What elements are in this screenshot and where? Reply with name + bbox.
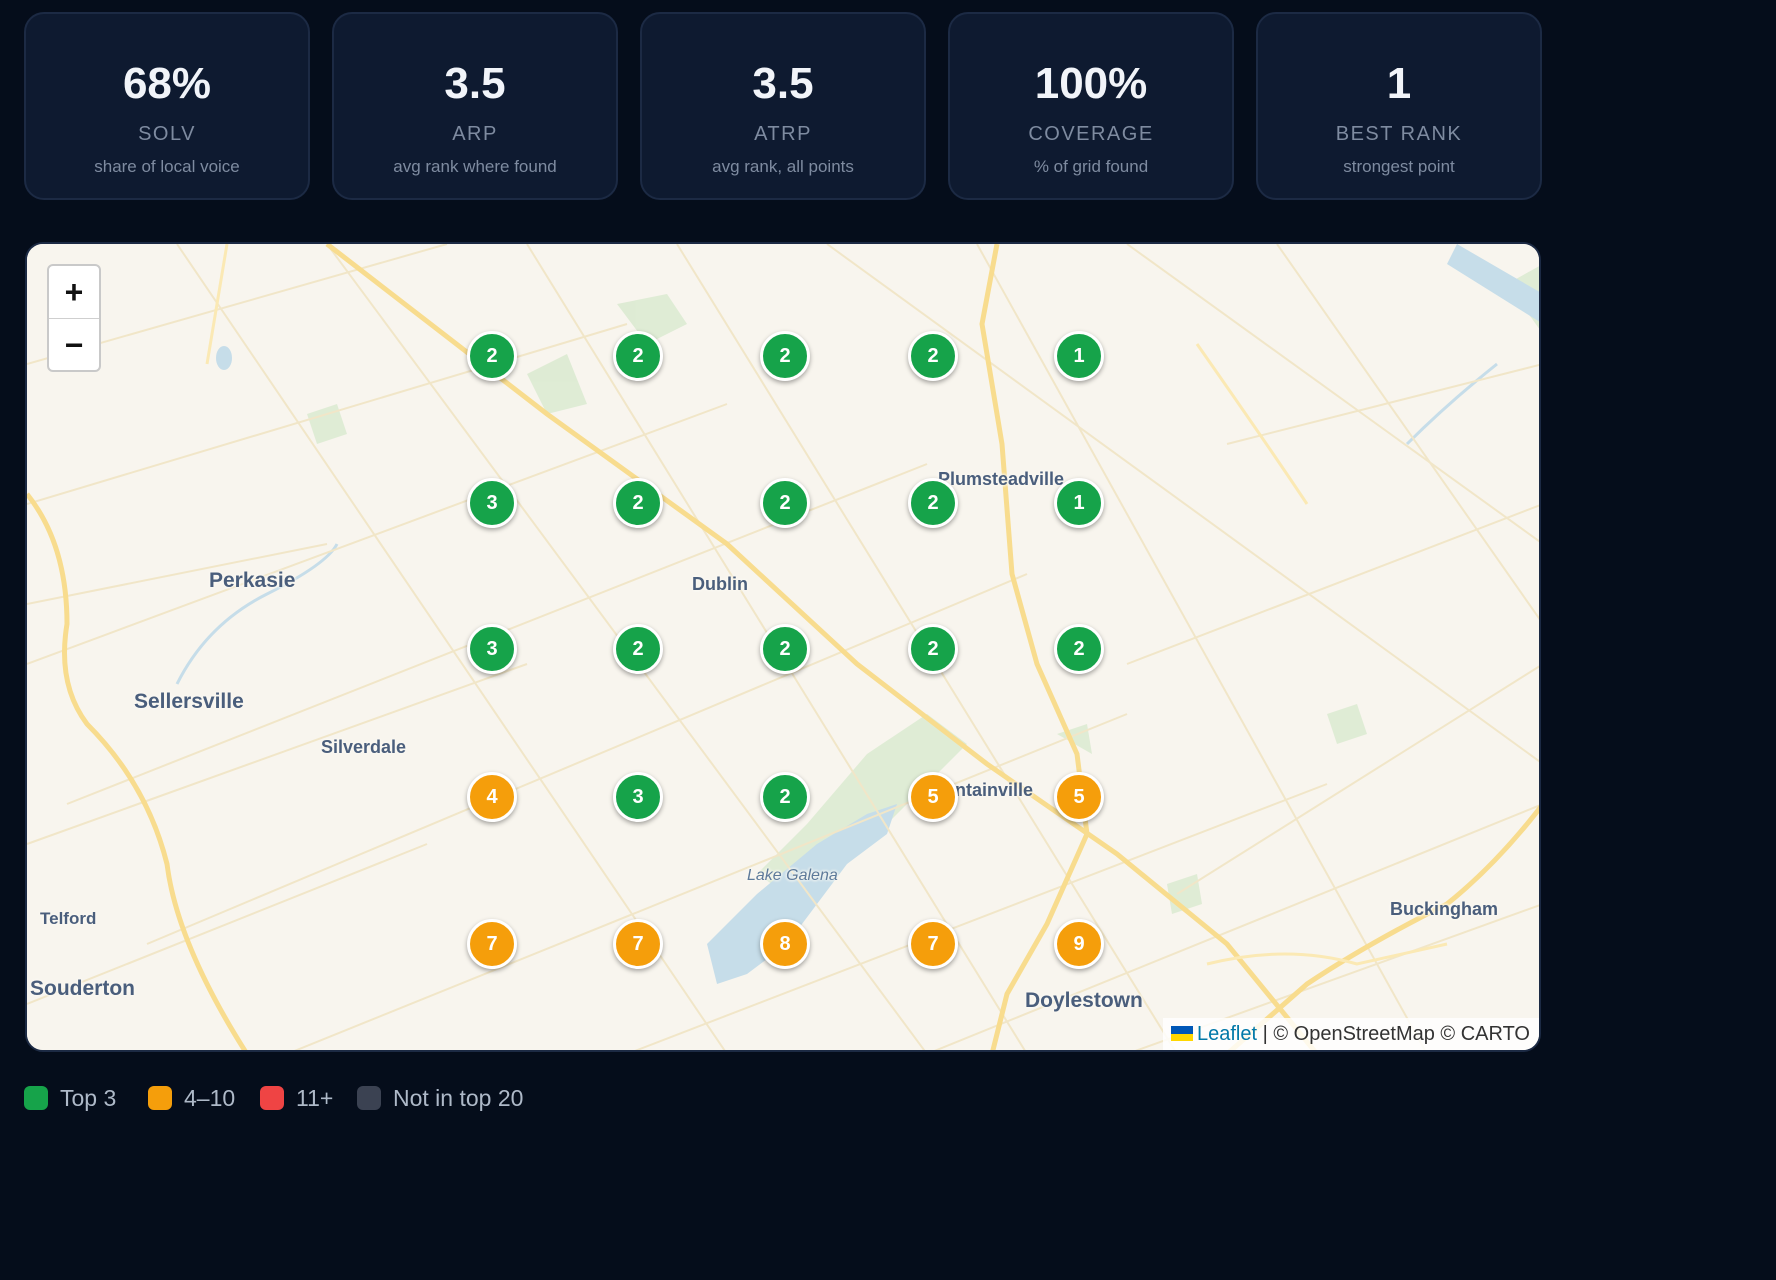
rank-marker[interactable]: 2 — [908, 478, 958, 528]
place-label: Dublin — [692, 574, 748, 594]
place-label: Lake Galena — [747, 867, 838, 884]
stat-label: ATRP — [754, 123, 812, 145]
rank-marker[interactable]: 5 — [908, 772, 958, 822]
rank-marker[interactable]: 3 — [613, 772, 663, 822]
rank-marker[interactable]: 9 — [1054, 919, 1104, 969]
rank-marker[interactable]: 8 — [760, 919, 810, 969]
stat-sub: strongest point — [1343, 157, 1455, 176]
attribution-text: | © OpenStreetMap © CARTO — [1262, 1023, 1530, 1045]
legend-swatch — [260, 1086, 284, 1110]
stat-value: 3.5 — [752, 59, 814, 108]
rank-marker[interactable]: 1 — [1054, 331, 1104, 381]
stat-card-solv: 68% SOLV share of local voice — [24, 12, 310, 200]
rank-marker[interactable]: 2 — [760, 478, 810, 528]
place-label: Doylestown — [1025, 989, 1143, 1012]
legend-label: Top 3 — [60, 1085, 117, 1111]
rank-marker[interactable]: 2 — [467, 331, 517, 381]
place-label: Telford — [40, 909, 97, 928]
rank-marker[interactable]: 7 — [467, 919, 517, 969]
stat-card-arp: 3.5 ARP avg rank where found — [332, 12, 618, 200]
rank-marker[interactable]: 7 — [613, 919, 663, 969]
stat-sub: avg rank where found — [393, 157, 557, 176]
legend-label: 4–10 — [184, 1085, 236, 1111]
rank-marker[interactable]: 2 — [613, 478, 663, 528]
rank-grid-map[interactable]: Perkasie Sellersville Silverdale Dublin … — [25, 242, 1541, 1052]
stat-value: 3.5 — [444, 59, 506, 108]
rank-marker[interactable]: 2 — [613, 624, 663, 674]
stat-value: 1 — [1386, 59, 1412, 108]
legend-label: 11+ — [296, 1085, 334, 1111]
stat-label: ARP — [452, 123, 498, 145]
stat-card-atrp: 3.5 ATRP avg rank, all points — [640, 12, 926, 200]
zoom-in-button[interactable]: + — [49, 266, 99, 319]
rank-marker[interactable]: 3 — [467, 478, 517, 528]
rank-marker[interactable]: 5 — [1054, 772, 1104, 822]
legend-swatch — [148, 1086, 172, 1110]
rank-marker[interactable]: 2 — [760, 624, 810, 674]
stat-label: SOLV — [138, 123, 196, 145]
rank-marker[interactable]: 3 — [467, 624, 517, 674]
stat-label: BEST RANK — [1335, 123, 1463, 145]
rank-marker[interactable]: 2 — [760, 772, 810, 822]
rank-marker[interactable]: 7 — [908, 919, 958, 969]
zoom-out-button[interactable]: − — [49, 319, 99, 370]
place-label: Buckingham — [1390, 899, 1499, 919]
stat-label: COVERAGE — [1028, 123, 1154, 145]
leaflet-link[interactable]: Leaflet — [1197, 1023, 1257, 1045]
place-label: Souderton — [30, 977, 135, 1000]
stat-sub: avg rank, all points — [712, 157, 854, 176]
stat-sub: % of grid found — [1033, 157, 1149, 176]
place-label: Plumsteadville — [938, 469, 1065, 489]
rank-marker[interactable]: 4 — [467, 772, 517, 822]
place-label: Sellersville — [134, 690, 244, 713]
legend-swatch — [357, 1086, 381, 1110]
rank-marker[interactable]: 2 — [1054, 624, 1104, 674]
rank-marker[interactable]: 2 — [908, 624, 958, 674]
place-label: Silverdale — [321, 737, 407, 757]
stat-sub: share of local voice — [94, 157, 240, 176]
stat-value: 100% — [1034, 59, 1148, 108]
place-label: Perkasie — [209, 569, 296, 592]
rank-marker[interactable]: 1 — [1054, 478, 1104, 528]
rank-marker[interactable]: 2 — [760, 331, 810, 381]
ukraine-flag-icon — [1171, 1026, 1193, 1041]
map-attribution: Leaflet | © OpenStreetMap © CARTO — [1163, 1018, 1539, 1050]
zoom-control: + − — [47, 264, 101, 372]
stat-value: 68% — [122, 59, 212, 108]
place-label: ntainville — [955, 780, 1034, 800]
rank-marker[interactable]: 2 — [908, 331, 958, 381]
legend-swatch — [24, 1086, 48, 1110]
stat-card-coverage: 100% COVERAGE % of grid found — [948, 12, 1234, 200]
legend-label: Not in top 20 — [393, 1085, 524, 1111]
stat-card-best-rank: 1 BEST RANK strongest point — [1256, 12, 1542, 200]
rank-marker[interactable]: 2 — [613, 331, 663, 381]
stats-row: 68% SOLV share of local voice 3.5 ARP av… — [24, 12, 1544, 204]
